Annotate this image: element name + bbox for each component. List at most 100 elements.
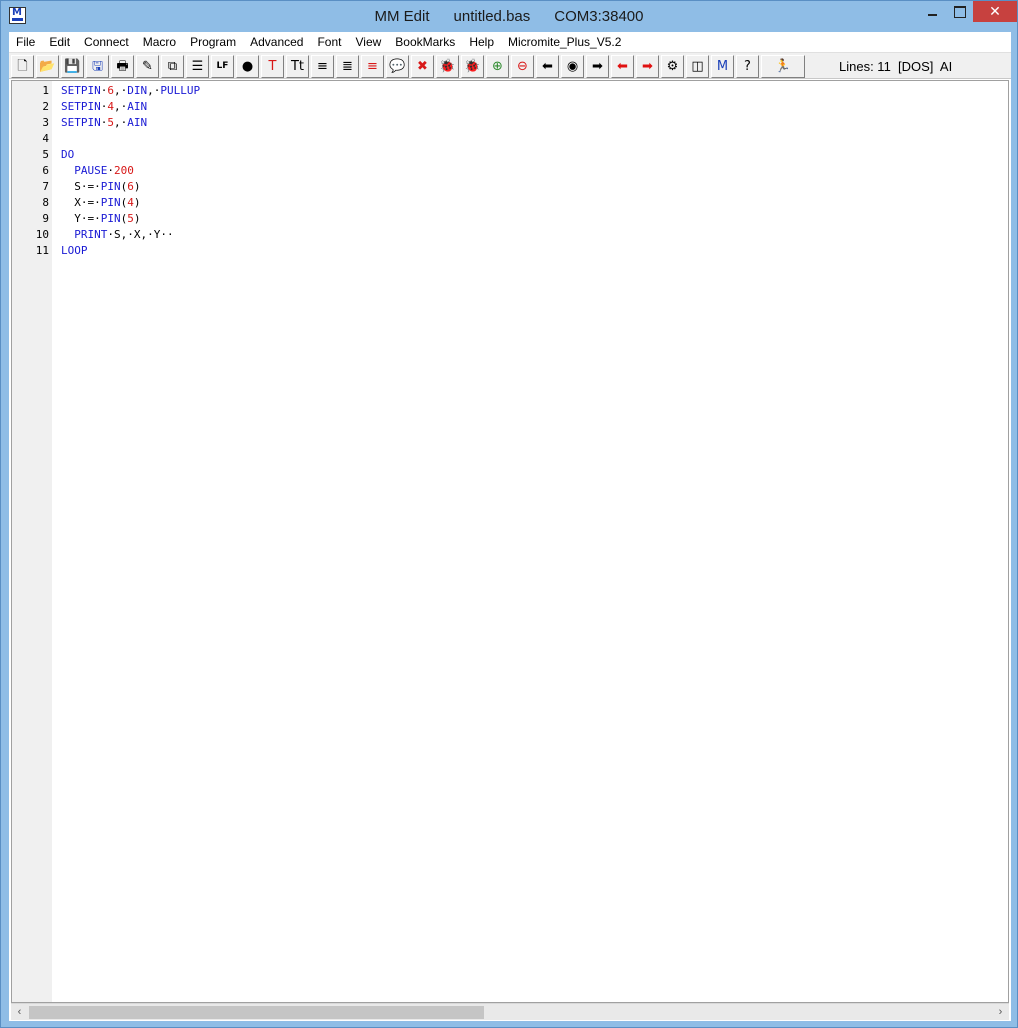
keyword-token: AIN [127,100,148,113]
save-as-button[interactable]: 🖫 [86,55,109,78]
keyword-token: SETPIN [61,116,101,129]
code-line[interactable]: SETPIN·5,·AIN [61,115,147,131]
red-text-button[interactable]: T [261,55,284,78]
menu-bookmarks[interactable]: BookMarks [388,32,462,52]
split-view-button[interactable]: ◫ [686,55,709,78]
line-number: 4 [42,132,49,145]
code-line[interactable]: SETPIN·4,·AIN [61,99,147,115]
help-icon: ? [744,59,751,74]
line-number: 7 [42,180,49,193]
keyword-token: DIN [127,84,148,97]
open-folder-button[interactable]: 📂 [36,55,59,78]
remove-comment-button[interactable]: ✖ [411,55,434,78]
save-button[interactable]: 💾 [61,55,84,78]
code-line[interactable]: Y·=·PIN(5) [61,211,140,227]
keyword-token: PIN [100,196,121,209]
menu-macro[interactable]: Macro [136,32,183,52]
run-icon: 🏃 [774,59,792,74]
code-line[interactable]: PAUSE·200 [61,163,134,179]
keyword-token: AIN [127,116,148,129]
new-file-button[interactable]: 🗋 [11,55,34,78]
red-arrow-right-button[interactable]: ➡ [636,55,659,78]
scroll-right-icon[interactable]: › [992,1004,1009,1021]
highlighter-button[interactable]: ✎ [136,55,159,78]
help-button[interactable]: ? [736,55,759,78]
arrow-left-button[interactable]: ⬅ [536,55,559,78]
bug-red-button[interactable]: 🐞 [461,55,484,78]
comment-bubble-icon: 💬 [389,59,406,74]
scroll-thumb[interactable] [29,1006,484,1019]
line-number: 11 [35,244,49,257]
new-file-icon: 🗋 [17,59,28,74]
copy-button[interactable]: ⧉ [161,55,184,78]
dot-button[interactable]: ● [236,55,259,78]
mm-monitor-button[interactable]: M [711,55,734,78]
red-arrow-left-button[interactable]: ⬅ [611,55,634,78]
menu-connect[interactable]: Connect [77,32,136,52]
bug-green-button[interactable]: 🐞 [436,55,459,78]
code-editor[interactable]: 1 2 3 4 5 6 7 8 9 10 11 SETPIN·6,·DIN,·PULLUP SETPI… [11,80,1009,1003]
menu-help[interactable]: Help [462,32,501,52]
window-title: MM Edit untitled.bas COM3:38400 [1,8,1017,25]
code-line[interactable]: DO [61,147,74,163]
title-app-name: MM Edit [374,8,430,25]
number-token: 200 [114,164,134,177]
dot-icon: ● [241,59,254,74]
menu-edit[interactable]: Edit [42,32,77,52]
code-line[interactable]: SETPIN·6,·DIN,·PULLUP [61,83,200,99]
target-icon: ◉ [566,59,579,74]
menu-advanced[interactable]: Advanced [243,32,310,52]
arrow-right-button[interactable]: ➡ [586,55,609,78]
remove-comment-icon: ✖ [417,59,428,74]
minimize-button[interactable] [919,1,946,22]
app-window: MM Edit untitled.bas COM3:38400 ✕ FileEdit… [0,0,1018,1028]
target-button[interactable]: ◉ [561,55,584,78]
text-token: ,· [114,116,128,129]
lf-icon: LF [216,61,229,71]
gear-button[interactable]: ⚙ [661,55,684,78]
align-right-icon: ≣ [342,59,353,74]
bug-red-icon: 🐞 [464,59,481,74]
line-number: 8 [42,196,49,209]
close-button[interactable]: ✕ [973,1,1017,22]
align-left-icon: ≡ [317,59,328,74]
red-indent-icon: ≡ [367,59,378,74]
code-line[interactable]: X·=·PIN(4) [61,195,140,211]
horizontal-scrollbar[interactable]: ‹ › [11,1003,1009,1020]
code-line[interactable]: S·=·PIN(6) [61,179,140,195]
title-bar[interactable]: MM Edit untitled.bas COM3:38400 ✕ [1,1,1017,32]
menu-micromite-plus-v5-2[interactable]: Micromite_Plus_V5.2 [501,32,628,52]
align-left-button[interactable]: ≡ [311,55,334,78]
scroll-left-icon[interactable]: ‹ [11,1004,28,1021]
arrow-right-icon: ➡ [592,59,603,74]
print-button[interactable]: 🖶 [111,55,134,78]
run-button[interactable]: 🏃 [761,55,805,78]
code-line[interactable]: PRINT·S,·X,·Y·· [61,227,173,243]
line-number: 10 [35,228,49,241]
text-case-button[interactable]: Tt [286,55,309,78]
menu-font[interactable]: Font [310,32,348,52]
maximize-button[interactable] [946,1,973,22]
comment-bubble-button[interactable]: 💬 [386,55,409,78]
align-right-button[interactable]: ≣ [336,55,359,78]
remove-bookmark-button[interactable]: ⊖ [511,55,534,78]
menu-file[interactable]: File [9,32,42,52]
lf-button[interactable]: LF [211,55,234,78]
list-button[interactable]: ☰ [186,55,209,78]
save-as-icon: 🖫 [91,59,104,74]
gear-icon: ⚙ [666,59,679,74]
arrow-left-icon: ⬅ [542,59,553,74]
keyword-token: PIN [100,212,121,225]
red-arrow-right-icon: ➡ [642,59,653,74]
add-bookmark-button[interactable]: ⊕ [486,55,509,78]
copy-icon: ⧉ [167,59,178,74]
keyword-token: SETPIN [61,84,101,97]
menu-program[interactable]: Program [183,32,243,52]
code-line[interactable]: LOOP [61,243,88,259]
bug-green-icon: 🐞 [439,59,456,74]
keyword-token: PRINT [74,228,108,241]
menu-view[interactable]: View [348,32,388,52]
line-number: 3 [42,116,49,129]
red-indent-button[interactable]: ≡ [361,55,384,78]
red-arrow-left-icon: ⬅ [617,59,628,74]
